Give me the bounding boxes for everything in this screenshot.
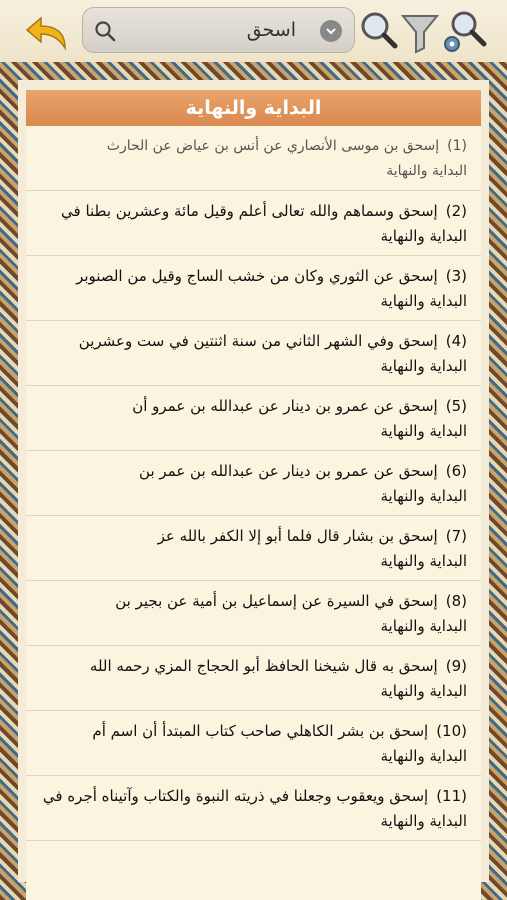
list-item[interactable]: (1) إسحق بن موسى الأنصاري عن أنس بن عياض …: [26, 126, 481, 191]
list-item[interactable]: (9) إسحق به قال شيخنا الحافظ أبو الحجاج ا…: [26, 646, 481, 711]
back-arrow-icon: [25, 16, 66, 51]
item-number: (9): [445, 657, 467, 675]
item-number: (3): [445, 267, 467, 285]
advanced-search-icon[interactable]: [440, 6, 488, 56]
item-book: البداية والنهاية: [380, 357, 468, 375]
list-item[interactable]: (10) إسحق بن بشر الكاهلي صاحب كتاب المبتد…: [26, 711, 481, 776]
item-book: البداية والنهاية: [386, 163, 467, 179]
list-item[interactable]: (3) إسحق عن الثوري وكان من خشب الساج وقيل…: [26, 256, 481, 321]
item-text: إسحق عن عمرو بن دينار عن عبدالله بن عمر …: [139, 462, 438, 480]
item-text: إسحق وسماهم والله تعالى أعلم وقيل مائة و…: [61, 202, 438, 220]
item-text: إسحق ويعقوب وجعلنا في ذريته النبوة والكت…: [42, 787, 429, 805]
item-number: (8): [445, 592, 467, 610]
item-book: البداية والنهاية: [380, 227, 468, 245]
search-field[interactable]: اسحق: [82, 7, 355, 53]
list-item[interactable]: (7) إسحق بن بشار قال فلما أبو إلا الكفر ب…: [26, 516, 481, 581]
dropdown-button[interactable]: [320, 20, 342, 42]
item-text: إسحق بن بشار قال فلما أبو إلا الكفر بالل…: [157, 527, 438, 545]
item-book: البداية والنهاية: [380, 552, 468, 570]
list-item[interactable]: (6) إسحق عن عمرو بن دينار عن عبدالله بن ع…: [26, 451, 481, 516]
item-number: (10): [436, 722, 467, 740]
list-item[interactable]: (4) إسحق وفي الشهر الثاني من سنة اثنتين ف…: [26, 321, 481, 386]
item-text: إسحق في السيرة عن إسماعيل بن أمية عن بجي…: [115, 592, 438, 610]
item-text: إسحق بن موسى الأنصاري عن أنس بن عياض عن …: [106, 138, 440, 154]
results-panel: البداية والنهاية (1) إسحق بن موسى الأنصار…: [26, 90, 481, 900]
list-item[interactable]: (2) إسحق وسماهم والله تعالى أعلم وقيل مائ…: [26, 191, 481, 256]
item-text: إسحق وفي الشهر الثاني من سنة اثنتين في س…: [78, 332, 438, 350]
item-book: البداية والنهاية: [380, 487, 468, 505]
item-book: البداية والنهاية: [380, 617, 468, 635]
item-text: إسحق به قال شيخنا الحافظ أبو الحجاج المز…: [89, 657, 438, 675]
results-list: (1) إسحق بن موسى الأنصاري عن أنس بن عياض …: [26, 126, 481, 841]
item-number: (11): [436, 787, 467, 805]
item-number: (7): [445, 527, 467, 545]
item-book: البداية والنهاية: [380, 292, 468, 310]
list-item[interactable]: (5) إسحق عن عمرو بن دينار عن عبدالله بن ع…: [26, 386, 481, 451]
item-text: إسحق عن عمرو بن دينار عن عبدالله بن عمرو…: [132, 397, 438, 415]
item-number: (6): [445, 462, 467, 480]
item-text: إسحق عن الثوري وكان من خشب الساج وقيل من…: [76, 267, 438, 285]
item-number: (5): [445, 397, 467, 415]
item-number: (4): [445, 332, 467, 350]
search-query[interactable]: اسحق: [146, 8, 296, 52]
item-book: البداية والنهاية: [380, 422, 468, 440]
search-icon: [95, 21, 116, 42]
item-book: البداية والنهاية: [380, 682, 468, 700]
item-number: (2): [445, 202, 467, 220]
search-tool-icon[interactable]: [358, 6, 398, 56]
list-item[interactable]: (11) إسحق ويعقوب وجعلنا في ذريته النبوة و…: [26, 776, 481, 841]
section-title: البداية والنهاية: [26, 90, 481, 126]
item-book: البداية والنهاية: [380, 812, 468, 830]
back-button[interactable]: [18, 8, 78, 56]
chevron-down-icon: [326, 28, 336, 35]
item-book: البداية والنهاية: [380, 747, 468, 765]
item-text: إسحق بن بشر الكاهلي صاحب كتاب المبتدأ أن…: [92, 722, 429, 740]
list-item[interactable]: (8) إسحق في السيرة عن إسماعيل بن أمية عن …: [26, 581, 481, 646]
item-number: (1): [447, 138, 467, 154]
top-toolbar: اسحق: [0, 0, 507, 62]
filter-icon[interactable]: [400, 6, 440, 56]
